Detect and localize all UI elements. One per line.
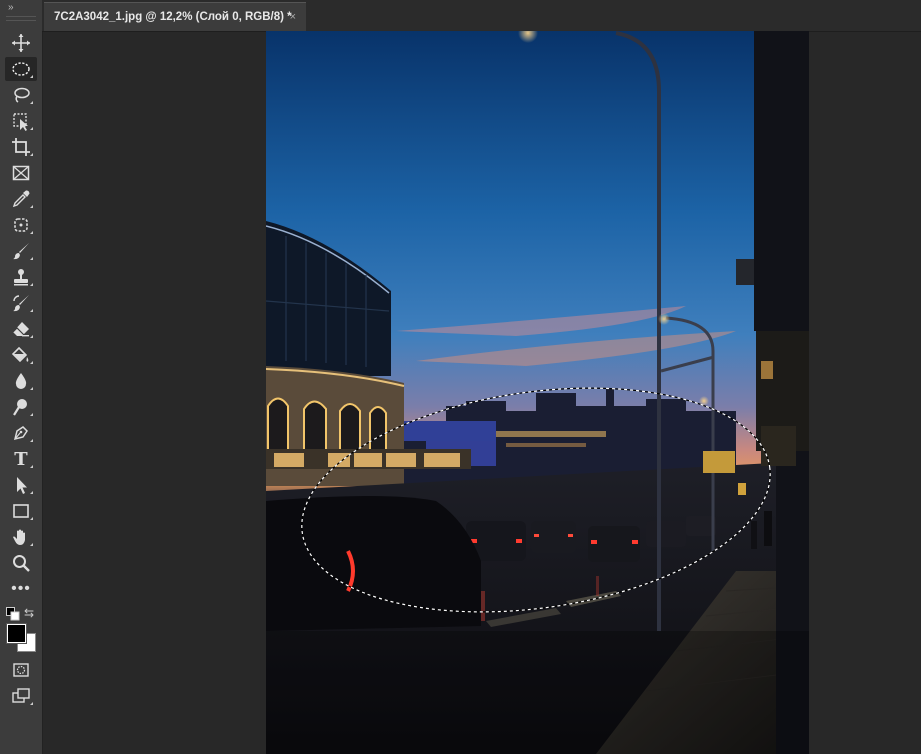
elliptical-marquee-tool-button[interactable] xyxy=(5,57,37,81)
paint-bucket-tool-button[interactable] xyxy=(5,343,37,367)
lasso-tool-button[interactable] xyxy=(5,83,37,107)
frame-tool-button[interactable] xyxy=(5,161,37,185)
elliptical-marquee-tool-icon xyxy=(12,62,30,76)
blur-tool-icon xyxy=(15,373,27,389)
zoom-tool-button[interactable] xyxy=(5,551,37,575)
night-street-photo xyxy=(266,31,809,754)
pen-tool-button[interactable] xyxy=(5,421,37,445)
quick-mask-button[interactable] xyxy=(5,658,37,682)
swap-colors-icon[interactable]: ⇆ xyxy=(24,606,34,620)
clone-stamp-tool-button[interactable] xyxy=(5,265,37,289)
lasso-tool-icon xyxy=(14,87,30,103)
document-tab-title: 7C2A3042_1.jpg @ 12,2% (Слой 0, RGB/8) * xyxy=(54,11,292,23)
paint-bucket-tool-icon xyxy=(11,346,29,363)
history-brush-tool-icon xyxy=(13,295,29,312)
foreground-color-swatch[interactable] xyxy=(7,624,26,643)
edit-toolbar-icon: ••• xyxy=(11,580,31,597)
close-tab-icon[interactable]: × xyxy=(290,11,296,23)
type-tool-icon: T xyxy=(14,448,28,470)
healing-brush-tool-button[interactable] xyxy=(5,213,37,237)
pen-tool-icon xyxy=(13,426,28,441)
screen-mode-button[interactable] xyxy=(5,684,37,708)
eyedropper-tool-icon xyxy=(12,190,30,208)
object-selection-tool-button[interactable] xyxy=(5,109,37,133)
brush-tool-button[interactable] xyxy=(5,239,37,263)
path-selection-tool-icon xyxy=(17,477,27,494)
type-tool-button[interactable]: T xyxy=(5,447,37,471)
blur-tool-button[interactable] xyxy=(5,369,37,393)
collapse-panel-icon[interactable]: » xyxy=(8,2,13,13)
brush-tool-icon xyxy=(13,243,29,260)
eyedropper-tool-button[interactable] xyxy=(5,187,37,211)
panel-grip[interactable] xyxy=(6,16,36,21)
eraser-tool-button[interactable] xyxy=(5,317,37,341)
document-tab-bar: 7C2A3042_1.jpg @ 12,2% (Слой 0, RGB/8) *… xyxy=(42,0,921,32)
crop-tool-button[interactable] xyxy=(5,135,37,159)
rectangle-tool-icon xyxy=(13,504,29,518)
history-brush-tool-button[interactable] xyxy=(5,291,37,315)
healing-brush-tool-icon xyxy=(14,218,28,232)
screen-mode-icon xyxy=(12,688,30,703)
move-tool-icon xyxy=(12,34,30,52)
dodge-tool-icon xyxy=(13,399,27,416)
clone-stamp-tool-icon xyxy=(14,269,28,286)
default-colors-icon[interactable] xyxy=(6,607,20,621)
hand-tool-icon xyxy=(13,529,25,545)
crop-tool-icon xyxy=(12,138,30,156)
document-canvas[interactable] xyxy=(266,31,809,754)
object-selection-tool-icon xyxy=(13,113,28,131)
move-tool-button[interactable] xyxy=(5,31,37,55)
frame-tool-icon xyxy=(12,165,30,181)
tools-panel: » T ••• ⇆ xyxy=(0,0,43,754)
quick-mask-icon xyxy=(13,663,29,677)
eraser-tool-icon xyxy=(12,322,29,337)
document-tab[interactable]: 7C2A3042_1.jpg @ 12,2% (Слой 0, RGB/8) *… xyxy=(44,2,306,31)
dodge-tool-button[interactable] xyxy=(5,395,37,419)
zoom-tool-icon xyxy=(13,555,30,572)
path-selection-tool-button[interactable] xyxy=(5,473,37,497)
hand-tool-button[interactable] xyxy=(5,525,37,549)
edit-toolbar-button[interactable]: ••• xyxy=(5,577,37,601)
rectangle-tool-button[interactable] xyxy=(5,499,37,523)
